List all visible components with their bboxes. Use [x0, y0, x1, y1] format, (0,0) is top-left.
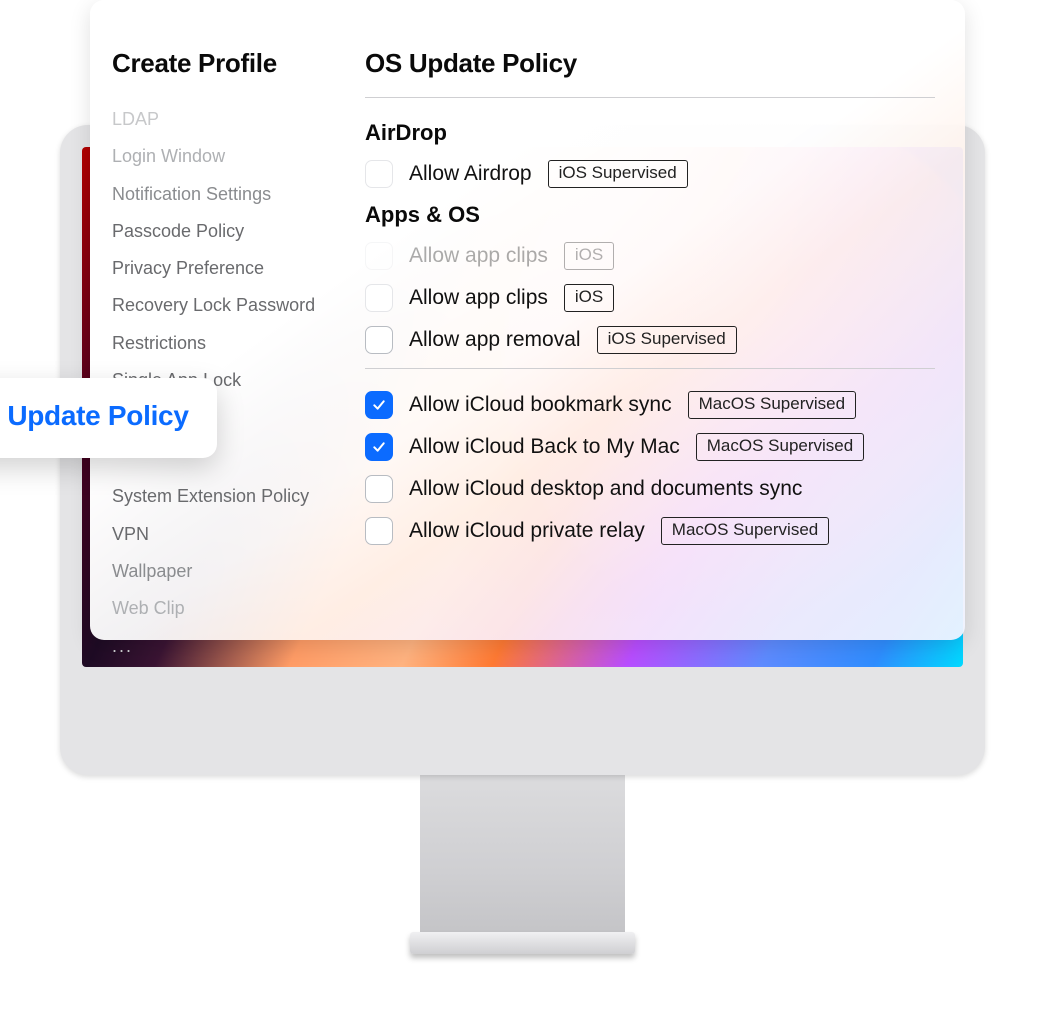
sidebar-item[interactable]: Notification Settings [112, 182, 355, 206]
option-label: Allow iCloud desktop and documents sync [409, 477, 802, 501]
main-content: OS Update Policy AirDrop Allow Airdrop iOS… [355, 0, 965, 640]
option-label: Allow iCloud private relay [409, 519, 645, 543]
sidebar-title: Create Profile [112, 48, 355, 79]
sidebar-item[interactable]: Web Clip [112, 596, 355, 620]
check-icon [371, 439, 387, 455]
checkbox[interactable] [365, 391, 393, 419]
sidebar-item[interactable]: VPN [112, 522, 355, 546]
option-row: Allow app clips iOS [365, 242, 935, 270]
checkbox[interactable] [365, 475, 393, 503]
sidebar-item[interactable]: Privacy Preference [112, 256, 355, 280]
platform-tag: MacOS Supervised [688, 391, 856, 418]
option-label: Allow app clips [409, 286, 548, 310]
platform-tag: iOS Supervised [548, 160, 688, 187]
checkbox[interactable] [365, 160, 393, 188]
checkbox[interactable] [365, 242, 393, 270]
sidebar-item[interactable]: System Extension Policy [112, 484, 355, 508]
sidebar-item[interactable]: Wallpaper [112, 559, 355, 583]
section-heading: Apps & OS [365, 202, 935, 228]
section-divider [365, 368, 935, 369]
checkbox[interactable] [365, 326, 393, 354]
checkbox[interactable] [365, 284, 393, 312]
platform-tag: iOS [564, 284, 614, 311]
sidebar-item[interactable]: Restrictions [112, 331, 355, 355]
option-label: Allow app removal [409, 328, 581, 352]
page-title: OS Update Policy [365, 48, 935, 98]
option-label: Allow Airdrop [409, 162, 532, 186]
checkbox[interactable] [365, 433, 393, 461]
imac-stand-neck [420, 770, 625, 940]
option-row: Allow iCloud desktop and documents sync [365, 475, 935, 503]
option-row: Allow Airdrop iOS Supervised [365, 160, 935, 188]
platform-tag: MacOS Supervised [661, 517, 829, 544]
profile-panel: Create Profile LDAP Login Window Notificat… [90, 0, 965, 640]
option-row: Allow app clips iOS [365, 284, 935, 312]
option-label: Allow iCloud Back to My Mac [409, 435, 680, 459]
platform-tag: MacOS Supervised [696, 433, 864, 460]
sidebar-item[interactable]: Login Window [112, 144, 355, 168]
sidebar-highlighted-label: OS Update Policy [0, 400, 189, 431]
option-row: Allow iCloud private relay MacOS Supervis… [365, 517, 935, 545]
sidebar-item[interactable]: Recovery Lock Password [112, 293, 355, 317]
sidebar-item[interactable]: LDAP [112, 107, 355, 131]
check-icon [371, 397, 387, 413]
option-label: Allow app clips [409, 244, 548, 268]
checkbox[interactable] [365, 517, 393, 545]
platform-tag: iOS [564, 242, 614, 269]
option-row: Allow iCloud Back to My Mac MacOS Supervi… [365, 433, 935, 461]
imac-stand-base [410, 932, 635, 954]
option-row: Allow app removal iOS Supervised [365, 326, 935, 354]
option-label: Allow iCloud bookmark sync [409, 393, 672, 417]
sidebar-highlighted-item[interactable]: OS Update Policy [0, 378, 217, 458]
option-row: Allow iCloud bookmark sync MacOS Supervis… [365, 391, 935, 419]
platform-tag: iOS Supervised [597, 326, 737, 353]
sidebar: Create Profile LDAP Login Window Notificat… [90, 0, 355, 640]
section-heading: AirDrop [365, 120, 935, 146]
sidebar-item[interactable]: ... [112, 634, 355, 658]
sidebar-item[interactable]: Passcode Policy [112, 219, 355, 243]
